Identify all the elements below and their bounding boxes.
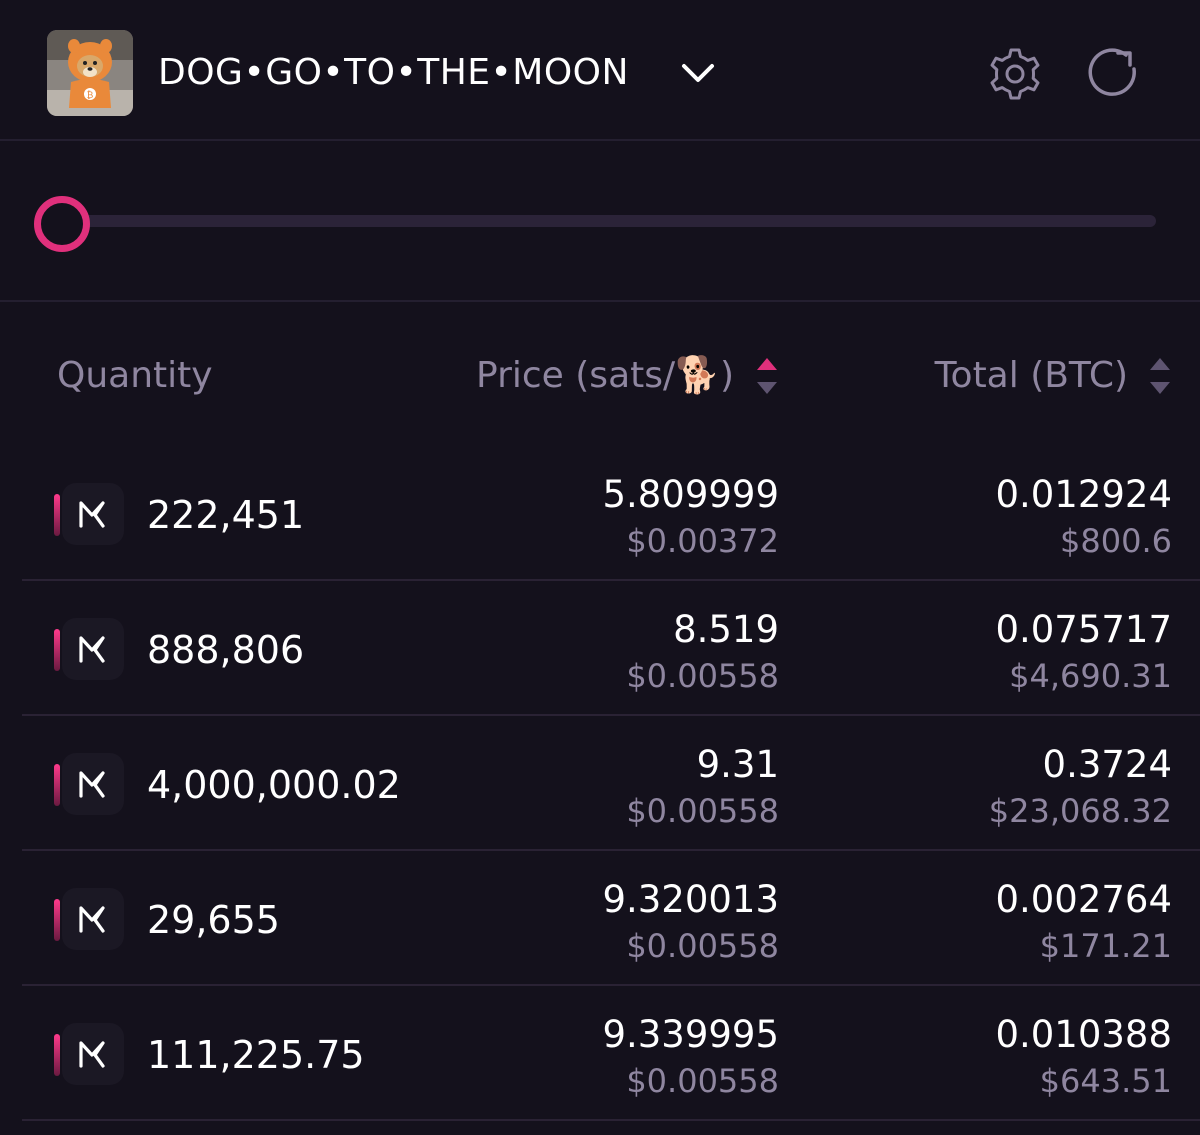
refresh-icon[interactable]: [1084, 45, 1144, 103]
table-row[interactable]: 111,225.75 9.339995 $0.00558 0.010388 $6…: [0, 986, 1200, 1121]
row-accent-bar: [54, 764, 60, 806]
column-header-quantity: Quantity: [57, 355, 213, 396]
slider-track[interactable]: [62, 215, 1156, 227]
row-total-usd: $800.6: [1060, 522, 1172, 560]
row-price-sats: 9.339995: [602, 1013, 779, 1056]
row-total-btc: 0.002764: [995, 878, 1172, 921]
row-total-usd: $643.51: [1039, 1062, 1172, 1100]
dog-avatar-image: ₿: [47, 30, 133, 116]
row-price-usd: $0.00558: [626, 792, 779, 830]
sort-total-icon[interactable]: [1147, 354, 1173, 398]
sort-price-icon[interactable]: [754, 354, 780, 398]
quantity-slider-section: [0, 141, 1200, 302]
table-row[interactable]: 4,000,000.02 9.31 $0.00558 0.3724 $23,06…: [0, 716, 1200, 851]
row-accent-bar: [54, 494, 60, 536]
token-name-title[interactable]: DOG•GO•TO•THE•MOON: [158, 50, 629, 96]
row-quantity: 222,451: [147, 493, 305, 537]
marketplace-icon: [62, 753, 124, 815]
table-row[interactable]: 888,806 8.519 $0.00558 0.075717 $4,690.3…: [0, 581, 1200, 716]
column-header-price[interactable]: Price (sats/🐕): [476, 353, 734, 399]
listing-table: 222,451 5.809999 $0.00372 0.012924 $800.…: [0, 446, 1200, 1121]
gear-icon[interactable]: [986, 45, 1044, 103]
slider-thumb[interactable]: [34, 196, 90, 252]
row-price-usd: $0.00372: [626, 522, 779, 560]
svg-text:₿: ₿: [87, 90, 94, 101]
row-quantity: 29,655: [147, 898, 280, 942]
dog-avatar[interactable]: ₿: [47, 30, 133, 116]
row-total-usd: $23,068.32: [988, 792, 1172, 830]
table-row[interactable]: 29,655 9.320013 $0.00558 0.002764 $171.2…: [0, 851, 1200, 986]
marketplace-icon: [62, 483, 124, 545]
row-quantity: 888,806: [147, 628, 305, 672]
row-price-usd: $0.00558: [626, 1062, 779, 1100]
header-bar: ₿ DOG•GO•TO•THE•MOON: [0, 0, 1200, 141]
column-header-total[interactable]: Total (BTC): [935, 353, 1128, 399]
row-accent-bar: [54, 1034, 60, 1076]
marketplace-icon: [62, 618, 124, 680]
table-row[interactable]: 222,451 5.809999 $0.00372 0.012924 $800.…: [0, 446, 1200, 581]
row-total-btc: 0.075717: [995, 608, 1172, 651]
row-total-btc: 0.012924: [995, 473, 1172, 516]
row-price-sats: 9.31: [696, 743, 779, 786]
marketplace-icon: [62, 1023, 124, 1085]
row-total-usd: $4,690.31: [1009, 657, 1172, 695]
row-quantity: 111,225.75: [147, 1033, 365, 1077]
row-price-usd: $0.00558: [626, 657, 779, 695]
row-accent-bar: [54, 899, 60, 941]
row-price-sats: 8.519: [673, 608, 779, 651]
row-price-usd: $0.00558: [626, 927, 779, 965]
row-total-usd: $171.21: [1039, 927, 1172, 965]
row-total-btc: 0.010388: [995, 1013, 1172, 1056]
row-total-btc: 0.3724: [1042, 743, 1172, 786]
row-price-sats: 5.809999: [602, 473, 779, 516]
row-quantity: 4,000,000.02: [147, 763, 401, 807]
row-accent-bar: [54, 629, 60, 671]
marketplace-icon: [62, 888, 124, 950]
chevron-down-icon[interactable]: [678, 58, 718, 88]
row-price-sats: 9.320013: [602, 878, 779, 921]
